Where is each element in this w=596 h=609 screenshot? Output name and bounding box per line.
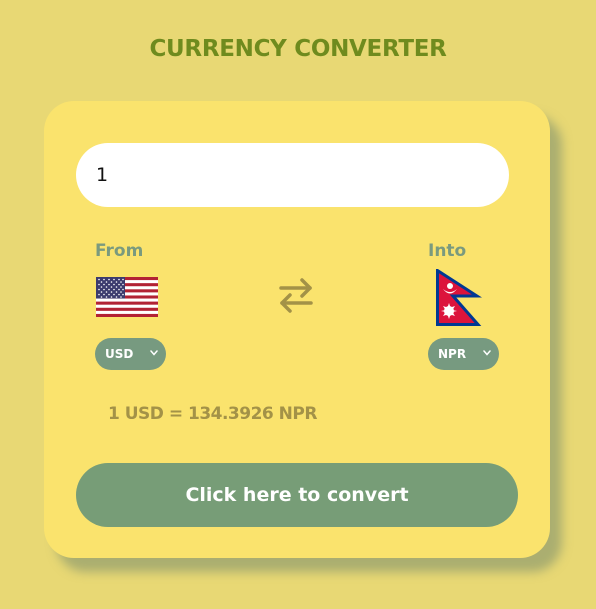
into-currency-select[interactable]: NPR	[428, 338, 499, 370]
from-currency-value: USD	[105, 347, 134, 361]
swap-arrows-icon[interactable]	[278, 275, 314, 315]
chevron-down-icon	[483, 350, 491, 356]
nepal-flag-icon	[436, 269, 482, 326]
converter-card: From Into	[44, 101, 550, 558]
page-title: CURRENCY CONVERTER	[149, 36, 447, 62]
amount-input[interactable]	[76, 143, 509, 207]
chevron-down-icon	[150, 350, 158, 356]
from-currency-select[interactable]: USD	[95, 338, 166, 370]
us-flag-icon	[96, 277, 158, 317]
into-label: Into	[428, 241, 467, 261]
into-currency-value: NPR	[438, 347, 467, 361]
from-label: From	[95, 241, 144, 261]
convert-button[interactable]: Click here to convert	[76, 463, 518, 527]
exchange-rate-text: 1 USD = 134.3926 NPR	[108, 404, 317, 424]
